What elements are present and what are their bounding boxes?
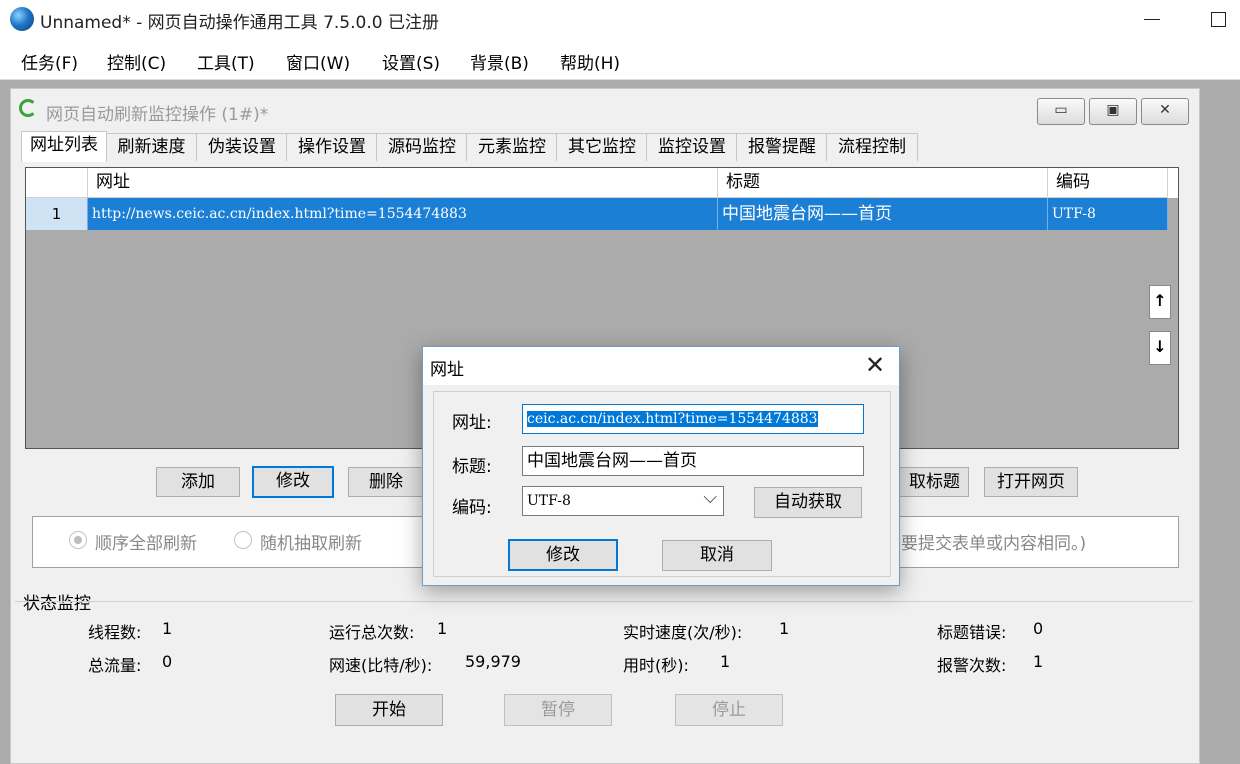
add-button[interactable]: 添加 bbox=[156, 467, 240, 497]
tab-monitor-settings[interactable]: 监控设置 bbox=[646, 133, 738, 161]
tab-disguise[interactable]: 伪装设置 bbox=[196, 133, 288, 161]
header-encoding[interactable]: 编码 bbox=[1048, 168, 1168, 198]
window-titlebar: Unnamed* - 网页自动操作通用工具 7.5.0.0 已注册 bbox=[0, 0, 1240, 40]
traffic-label: 总流量: bbox=[88, 656, 142, 675]
options-note: 要提交表单或内容相同。) bbox=[901, 534, 1087, 554]
header-title[interactable]: 标题 bbox=[718, 168, 1048, 198]
title-error-value: 0 bbox=[1033, 619, 1044, 638]
child-titlebar: 网页自动刷新监控操作 (1#)* ▭ ▣ ✕ bbox=[11, 89, 1199, 129]
radio-random[interactable] bbox=[234, 531, 252, 549]
elapsed-label: 用时(秒): bbox=[623, 656, 689, 675]
header-rownum bbox=[26, 168, 88, 198]
menu-help[interactable]: 帮助(H) bbox=[560, 49, 620, 74]
url-dialog: 网址 ✕ 网址: ceic.ac.cn/index.html?time=1554… bbox=[422, 346, 900, 586]
menu-control[interactable]: 控制(C) bbox=[107, 49, 166, 74]
url-field-value: ceic.ac.cn/index.html?time=1554474883 bbox=[527, 411, 818, 427]
status-divider bbox=[15, 601, 1193, 602]
tab-bar: 网址列表 刷新速度 伪装设置 操作设置 源码监控 元素监控 其它监控 监控设置 … bbox=[16, 131, 1196, 162]
radio-random-label[interactable]: 随机抽取刷新 bbox=[260, 529, 362, 554]
radio-sequential-label[interactable]: 顺序全部刷新 bbox=[95, 529, 197, 554]
start-button[interactable]: 开始 bbox=[335, 694, 443, 726]
encoding-label: 编码: bbox=[452, 498, 492, 518]
row-url[interactable]: http://news.ceic.ac.cn/index.html?time=1… bbox=[88, 198, 718, 230]
minimize-button[interactable] bbox=[1130, 6, 1180, 34]
speed-value: 1 bbox=[779, 619, 790, 638]
modify-button[interactable]: 修改 bbox=[252, 466, 334, 498]
tab-source-monitor[interactable]: 源码监控 bbox=[376, 133, 468, 161]
child-close-button[interactable]: ✕ bbox=[1141, 98, 1189, 125]
total-runs-label: 运行总次数: bbox=[329, 623, 415, 642]
auto-detect-button[interactable]: 自动获取 bbox=[754, 487, 862, 518]
url-field[interactable]: ceic.ac.cn/index.html?time=1554474883 bbox=[522, 404, 864, 434]
dialog-cancel-button[interactable]: 取消 bbox=[662, 540, 772, 571]
tab-url-list[interactable]: 网址列表 bbox=[21, 131, 107, 162]
elapsed-value: 1 bbox=[720, 652, 731, 671]
title-field[interactable]: 中国地震台网——首页 bbox=[522, 446, 864, 476]
encoding-select[interactable]: UTF-8 bbox=[522, 486, 724, 516]
row-encoding[interactable]: UTF-8 bbox=[1048, 198, 1168, 230]
open-page-button[interactable]: 打开网页 bbox=[984, 467, 1078, 497]
speed-label: 实时速度(次/秒): bbox=[623, 623, 743, 642]
child-minimize-button[interactable]: ▭ bbox=[1037, 98, 1085, 125]
stop-button[interactable]: 停止 bbox=[675, 694, 783, 726]
row-number: 1 bbox=[26, 198, 88, 230]
child-title: 网页自动刷新监控操作 (1#)* bbox=[46, 105, 269, 125]
tab-flow-control[interactable]: 流程控制 bbox=[826, 133, 918, 161]
globe-icon bbox=[10, 7, 34, 31]
table-header: 网址 标题 编码 bbox=[26, 168, 1178, 198]
move-down-button[interactable]: ↓ bbox=[1149, 331, 1171, 365]
table-row[interactable]: 1 http://news.ceic.ac.cn/index.html?time… bbox=[26, 198, 1178, 230]
row-title[interactable]: 中国地震台网——首页 bbox=[718, 198, 1048, 230]
tab-other-monitor[interactable]: 其它监控 bbox=[556, 133, 648, 161]
url-label: 网址: bbox=[452, 413, 492, 433]
tab-alarm[interactable]: 报警提醒 bbox=[736, 133, 828, 161]
dialog-ok-button[interactable]: 修改 bbox=[508, 539, 618, 571]
threads-value: 1 bbox=[162, 619, 173, 638]
pause-button[interactable]: 暂停 bbox=[504, 694, 612, 726]
child-restore-button[interactable]: ▣ bbox=[1089, 98, 1137, 125]
get-title-button[interactable]: 取标题 bbox=[891, 467, 969, 497]
total-runs-value: 1 bbox=[437, 619, 448, 638]
traffic-value: 0 bbox=[162, 652, 173, 671]
tab-operation[interactable]: 操作设置 bbox=[286, 133, 378, 161]
dialog-titlebar: 网址 ✕ bbox=[423, 347, 899, 385]
menu-settings[interactable]: 设置(S) bbox=[382, 49, 440, 74]
delete-button[interactable]: 删除 bbox=[348, 467, 424, 497]
maximize-button[interactable] bbox=[1190, 6, 1240, 34]
refresh-icon bbox=[19, 99, 37, 117]
radio-sequential[interactable] bbox=[69, 531, 87, 549]
menu-background[interactable]: 背景(B) bbox=[470, 49, 529, 74]
window-title: Unnamed* - 网页自动操作通用工具 7.5.0.0 已注册 bbox=[40, 13, 439, 33]
threads-label: 线程数: bbox=[88, 623, 142, 642]
move-up-button[interactable]: ↑ bbox=[1149, 285, 1171, 319]
title-label: 标题: bbox=[452, 457, 492, 477]
title-error-label: 标题错误: bbox=[937, 623, 1007, 642]
tab-element-monitor[interactable]: 元素监控 bbox=[466, 133, 558, 161]
menu-window[interactable]: 窗口(W) bbox=[286, 49, 350, 74]
menu-tools[interactable]: 工具(T) bbox=[197, 49, 255, 74]
menu-task[interactable]: 任务(F) bbox=[21, 49, 78, 74]
netspeed-value: 59,979 bbox=[465, 652, 521, 671]
alarms-label: 报警次数: bbox=[937, 656, 1007, 675]
header-url[interactable]: 网址 bbox=[88, 168, 718, 198]
alarms-value: 1 bbox=[1033, 652, 1044, 671]
tab-refresh-speed[interactable]: 刷新速度 bbox=[105, 133, 198, 161]
close-icon[interactable]: ✕ bbox=[855, 349, 895, 383]
menu-bar: 任务(F) 控制(C) 工具(T) 窗口(W) 设置(S) 背景(B) 帮助(H… bbox=[0, 40, 1240, 80]
dialog-body: 网址: ceic.ac.cn/index.html?time=155447488… bbox=[433, 391, 891, 577]
dialog-title: 网址 bbox=[430, 360, 464, 380]
netspeed-label: 网速(比特/秒): bbox=[329, 656, 433, 675]
